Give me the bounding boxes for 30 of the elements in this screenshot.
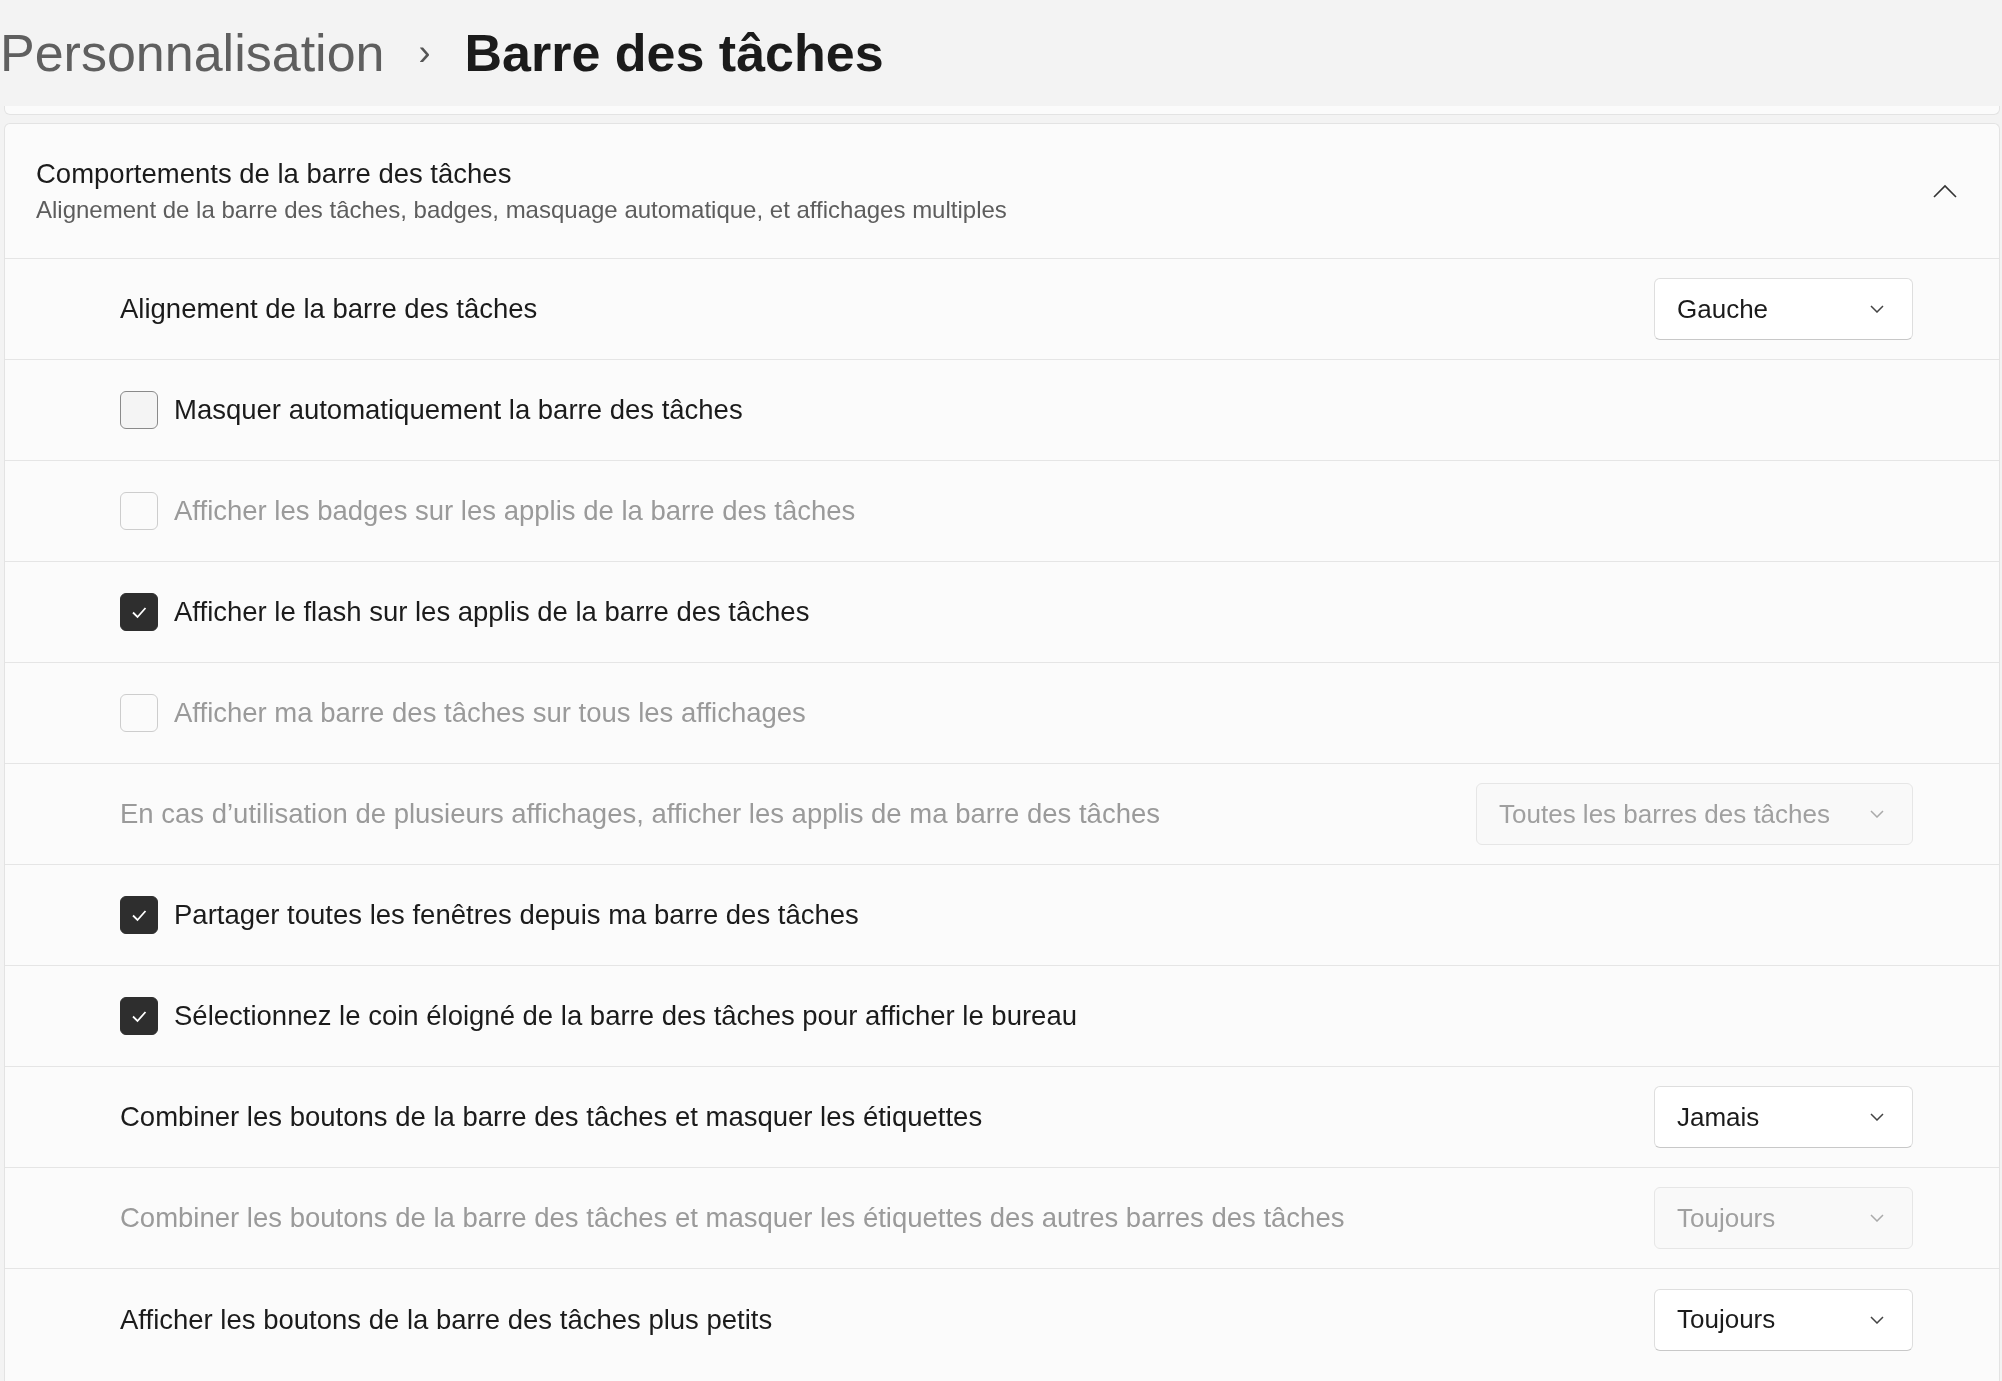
section-header[interactable]: Comportements de la barre des tâches Alignement de la barre des tâches, badges, masquage automatique, et affichages multiples [5,124,1999,259]
page-title: Barre des tâches [464,23,884,83]
breadcrumb-parent[interactable]: Personnalisation [0,23,385,83]
dropdown[interactable]: Jamais [1654,1086,1913,1148]
chevron-icon[interactable] [1933,184,1957,198]
dropdown[interactable]: Toujours [1654,1288,1913,1351]
chevron-down-icon [1870,1113,1884,1121]
checkbox-label: Masquer automatiquement la barre des tâches [174,394,743,426]
checkbox[interactable] [120,593,158,631]
checkbox[interactable] [120,896,158,934]
checkbox[interactable] [120,391,158,429]
checkbox-label: Partager toutes les fenêtres depuis ma barre des tâches [174,899,859,931]
chevron-down-icon [1870,1315,1884,1324]
section-subtitle: Alignement de la barre des tâches, badges, masquage automatique, et affichages multiples [36,196,1007,224]
checkbox-label: Afficher les badges sur les applis de la barre des tâches [174,495,856,527]
chevron-down-icon [1870,810,1884,818]
setting-label: Afficher les boutons de la barre des tâches plus petits [120,1303,773,1336]
setting-label: Alignement de la barre des tâches [120,293,538,325]
section-title: Comportements de la barre des tâches [36,158,513,190]
checkbox-label: Afficher le flash sur les applis de la barre des tâches [174,596,810,628]
chevron-down-icon [1870,305,1884,313]
setting-label: Combiner les boutons de la barre des tâches et masquer les étiquettes des autres barres des tâches [120,1202,1345,1234]
checkbox-label: Afficher ma barre des tâches sur tous les affichages [174,697,806,729]
breadcrumb-separator: › [418,32,431,74]
setting-label: Combiner les boutons de la barre des tâches et masquer les étiquettes [120,1101,983,1133]
checkbox-label: Sélectionnez le coin éloigné de la barre des tâches pour afficher le bureau [174,1000,1077,1032]
chevron-down-icon [1870,1214,1884,1222]
checkbox[interactable] [120,997,158,1035]
setting-label: En cas d’utilisation de plusieurs affichages, afficher les applis de ma barre des tâches [120,798,1160,830]
dropdown[interactable]: Gauche [1654,278,1913,340]
